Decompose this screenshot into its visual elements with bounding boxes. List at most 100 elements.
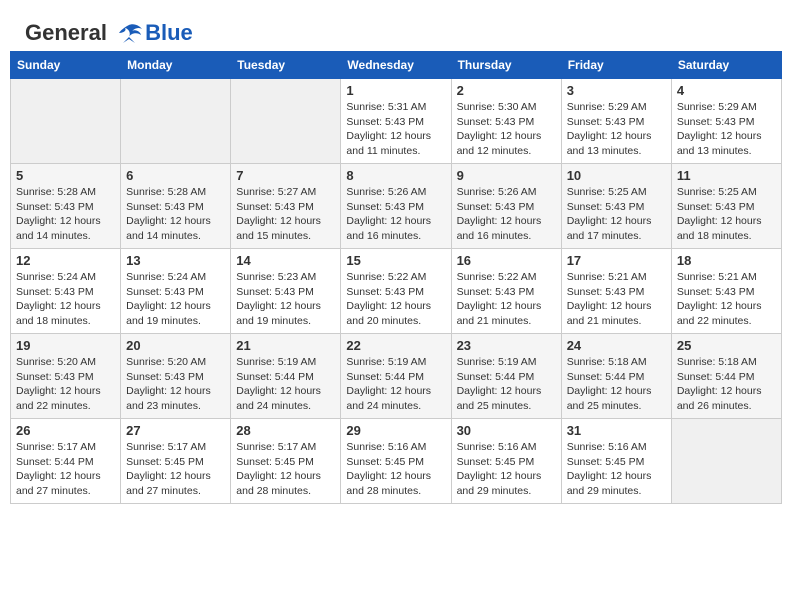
- day-number: 20: [126, 338, 225, 353]
- day-info: Sunrise: 5:16 AM Sunset: 5:45 PM Dayligh…: [567, 440, 666, 499]
- day-cell: 4 Sunrise: 5:29 AM Sunset: 5:43 PM Daylig…: [671, 79, 781, 164]
- day-number: 23: [457, 338, 556, 353]
- day-cell: 6 Sunrise: 5:28 AM Sunset: 5:43 PM Daylig…: [121, 164, 231, 249]
- day-info: Sunrise: 5:19 AM Sunset: 5:44 PM Dayligh…: [236, 355, 335, 414]
- day-number: 12: [16, 253, 115, 268]
- day-info: Sunrise: 5:23 AM Sunset: 5:43 PM Dayligh…: [236, 270, 335, 329]
- day-number: 28: [236, 423, 335, 438]
- day-info: Sunrise: 5:16 AM Sunset: 5:45 PM Dayligh…: [346, 440, 445, 499]
- day-cell: 25Sunrise: 5:18 AM Sunset: 5:44 PM Dayli…: [671, 334, 781, 419]
- day-info: Sunrise: 5:26 AM Sunset: 5:43 PM Dayligh…: [457, 185, 556, 244]
- day-cell: 7 Sunrise: 5:27 AM Sunset: 5:43 PM Daylig…: [231, 164, 341, 249]
- day-info: Sunrise: 5:19 AM Sunset: 5:44 PM Dayligh…: [457, 355, 556, 414]
- week-row-1: 1Sunrise: 5:31 AM Sunset: 5:43 PM Daylig…: [11, 79, 782, 164]
- day-cell: 19Sunrise: 5:20 AM Sunset: 5:43 PM Dayli…: [11, 334, 121, 419]
- page-header: General Blue: [10, 10, 782, 51]
- day-info: Sunrise: 5:24 AM Sunset: 5:43 PM Dayligh…: [16, 270, 115, 329]
- day-info: Sunrise: 5:20 AM Sunset: 5:43 PM Dayligh…: [126, 355, 225, 414]
- day-number: 26: [16, 423, 115, 438]
- day-number: 21: [236, 338, 335, 353]
- day-number: 1: [346, 83, 445, 98]
- day-number: 15: [346, 253, 445, 268]
- day-cell: 13Sunrise: 5:24 AM Sunset: 5:43 PM Dayli…: [121, 249, 231, 334]
- day-info: Sunrise: 5:21 AM Sunset: 5:43 PM Dayligh…: [677, 270, 776, 329]
- day-number: 14: [236, 253, 335, 268]
- day-info: Sunrise: 5:22 AM Sunset: 5:43 PM Dayligh…: [346, 270, 445, 329]
- day-number: 5: [16, 168, 115, 183]
- day-cell: 2 Sunrise: 5:30 AM Sunset: 5:43 PM Daylig…: [451, 79, 561, 164]
- day-cell: 26 Sunrise: 5:17 AM Sunset: 5:44 PM Dayli…: [11, 419, 121, 504]
- day-number: 6: [126, 168, 225, 183]
- day-number: 18: [677, 253, 776, 268]
- week-row-5: 26 Sunrise: 5:17 AM Sunset: 5:44 PM Dayli…: [11, 419, 782, 504]
- day-info: Sunrise: 5:17 AM Sunset: 5:45 PM Dayligh…: [126, 440, 225, 499]
- day-cell: [671, 419, 781, 504]
- week-row-2: 5 Sunrise: 5:28 AM Sunset: 5:43 PM Daylig…: [11, 164, 782, 249]
- day-cell: 11 Sunrise: 5:25 AM Sunset: 5:43 PM Dayli…: [671, 164, 781, 249]
- day-number: 3: [567, 83, 666, 98]
- day-number: 22: [346, 338, 445, 353]
- day-cell: 15 Sunrise: 5:22 AM Sunset: 5:43 PM Dayli…: [341, 249, 451, 334]
- day-info: Sunrise: 5:27 AM Sunset: 5:43 PM Dayligh…: [236, 185, 335, 244]
- day-cell: 8Sunrise: 5:26 AM Sunset: 5:43 PM Daylig…: [341, 164, 451, 249]
- day-cell: 31Sunrise: 5:16 AM Sunset: 5:45 PM Dayli…: [561, 419, 671, 504]
- day-info: Sunrise: 5:17 AM Sunset: 5:44 PM Dayligh…: [16, 440, 115, 499]
- day-info: Sunrise: 5:21 AM Sunset: 5:43 PM Dayligh…: [567, 270, 666, 329]
- day-cell: 1Sunrise: 5:31 AM Sunset: 5:43 PM Daylig…: [341, 79, 451, 164]
- day-cell: 24Sunrise: 5:18 AM Sunset: 5:44 PM Dayli…: [561, 334, 671, 419]
- day-cell: [11, 79, 121, 164]
- day-cell: 10 Sunrise: 5:25 AM Sunset: 5:43 PM Dayli…: [561, 164, 671, 249]
- day-info: Sunrise: 5:28 AM Sunset: 5:43 PM Dayligh…: [16, 185, 115, 244]
- day-number: 29: [346, 423, 445, 438]
- day-number: 8: [346, 168, 445, 183]
- day-number: 2: [457, 83, 556, 98]
- day-cell: 17 Sunrise: 5:21 AM Sunset: 5:43 PM Dayli…: [561, 249, 671, 334]
- day-cell: [231, 79, 341, 164]
- day-number: 27: [126, 423, 225, 438]
- logo-blue: Blue: [145, 20, 193, 46]
- day-cell: 14 Sunrise: 5:23 AM Sunset: 5:43 PM Dayli…: [231, 249, 341, 334]
- day-number: 19: [16, 338, 115, 353]
- col-header-sunday: Sunday: [11, 52, 121, 79]
- day-cell: 5 Sunrise: 5:28 AM Sunset: 5:43 PM Daylig…: [11, 164, 121, 249]
- day-number: 7: [236, 168, 335, 183]
- day-number: 16: [457, 253, 556, 268]
- day-cell: 28Sunrise: 5:17 AM Sunset: 5:45 PM Dayli…: [231, 419, 341, 504]
- day-info: Sunrise: 5:29 AM Sunset: 5:43 PM Dayligh…: [567, 100, 666, 159]
- col-header-saturday: Saturday: [671, 52, 781, 79]
- day-info: Sunrise: 5:30 AM Sunset: 5:43 PM Dayligh…: [457, 100, 556, 159]
- logo: General Blue: [25, 20, 193, 46]
- day-cell: 12 Sunrise: 5:24 AM Sunset: 5:43 PM Dayli…: [11, 249, 121, 334]
- day-number: 24: [567, 338, 666, 353]
- col-header-monday: Monday: [121, 52, 231, 79]
- day-number: 11: [677, 168, 776, 183]
- day-info: Sunrise: 5:16 AM Sunset: 5:45 PM Dayligh…: [457, 440, 556, 499]
- calendar-header-row: SundayMondayTuesdayWednesdayThursdayFrid…: [11, 52, 782, 79]
- day-number: 13: [126, 253, 225, 268]
- col-header-wednesday: Wednesday: [341, 52, 451, 79]
- col-header-thursday: Thursday: [451, 52, 561, 79]
- col-header-friday: Friday: [561, 52, 671, 79]
- day-number: 9: [457, 168, 556, 183]
- day-cell: 30Sunrise: 5:16 AM Sunset: 5:45 PM Dayli…: [451, 419, 561, 504]
- day-cell: 29 Sunrise: 5:16 AM Sunset: 5:45 PM Dayli…: [341, 419, 451, 504]
- day-cell: 16 Sunrise: 5:22 AM Sunset: 5:43 PM Dayli…: [451, 249, 561, 334]
- day-info: Sunrise: 5:19 AM Sunset: 5:44 PM Dayligh…: [346, 355, 445, 414]
- day-info: Sunrise: 5:28 AM Sunset: 5:43 PM Dayligh…: [126, 185, 225, 244]
- week-row-3: 12 Sunrise: 5:24 AM Sunset: 5:43 PM Dayli…: [11, 249, 782, 334]
- day-info: Sunrise: 5:25 AM Sunset: 5:43 PM Dayligh…: [567, 185, 666, 244]
- day-number: 4: [677, 83, 776, 98]
- day-info: Sunrise: 5:25 AM Sunset: 5:43 PM Dayligh…: [677, 185, 776, 244]
- day-number: 17: [567, 253, 666, 268]
- day-info: Sunrise: 5:29 AM Sunset: 5:43 PM Dayligh…: [677, 100, 776, 159]
- day-info: Sunrise: 5:22 AM Sunset: 5:43 PM Dayligh…: [457, 270, 556, 329]
- day-cell: 23 Sunrise: 5:19 AM Sunset: 5:44 PM Dayli…: [451, 334, 561, 419]
- day-number: 10: [567, 168, 666, 183]
- day-cell: 9 Sunrise: 5:26 AM Sunset: 5:43 PM Daylig…: [451, 164, 561, 249]
- day-cell: [121, 79, 231, 164]
- day-number: 25: [677, 338, 776, 353]
- day-cell: 27 Sunrise: 5:17 AM Sunset: 5:45 PM Dayli…: [121, 419, 231, 504]
- logo-bird-icon: [115, 23, 143, 45]
- calendar-table: SundayMondayTuesdayWednesdayThursdayFrid…: [10, 51, 782, 504]
- week-row-4: 19 Sunrise: 5:20 AM Sunset: 5:43 PM Dayli…: [11, 334, 782, 419]
